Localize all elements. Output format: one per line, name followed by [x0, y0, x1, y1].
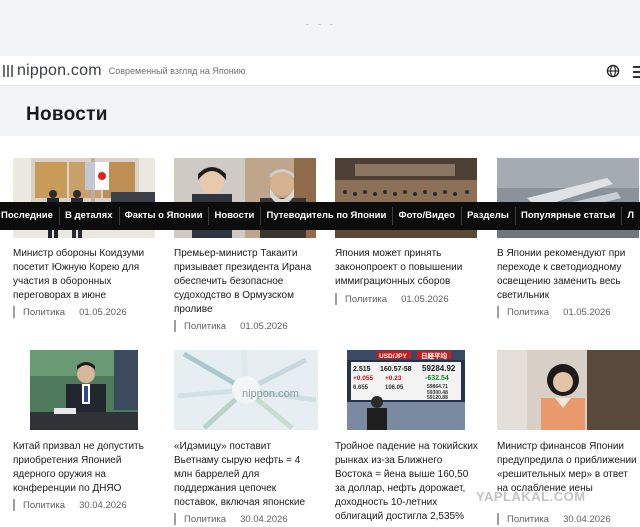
article-meta: Политика 01.05.2026 — [497, 306, 639, 318]
article-meta: Политика 30.04.2026 — [174, 513, 316, 525]
nav-item-in-depth[interactable]: В деталях — [59, 202, 119, 230]
board-value: 160.57-58 — [380, 366, 412, 373]
meta-divider — [13, 306, 15, 318]
nav-item-japan-guide[interactable]: Путеводитель по Японии — [261, 202, 393, 230]
article-category[interactable]: Политика — [507, 514, 549, 525]
meta-divider — [174, 513, 176, 525]
globe-icon[interactable] — [606, 64, 620, 78]
article-category[interactable]: Политика — [345, 294, 387, 305]
menu-icon[interactable] — [633, 63, 640, 79]
article-title[interactable]: Япония может принять законопроект о повы… — [335, 247, 479, 289]
article-date: 30.04.2026 — [240, 513, 288, 525]
nav-item-latest[interactable]: Последние — [0, 202, 59, 230]
article-meta: Политика 01.05.2026 — [13, 306, 155, 318]
board-header-nikkei: 日経平均 — [421, 351, 448, 360]
nav-item-popular[interactable]: Популярные статьи — [515, 202, 621, 230]
article-meta: Политика 30.04.2026 — [497, 513, 639, 525]
article-category[interactable]: Политика — [184, 321, 226, 332]
article-title[interactable]: Премьер-министр Такаити призывает презид… — [174, 247, 318, 317]
article-date: 30.04.2026 — [79, 499, 127, 511]
page-title: Новости — [26, 104, 108, 125]
article-title[interactable]: «Идэмицу» поставит Вьетнаму сырую нефть … — [174, 440, 318, 506]
article-date: 01.05.2026 — [401, 293, 449, 305]
board-value: +0.23 — [385, 375, 402, 382]
article-date: 01.05.2026 — [563, 306, 611, 318]
meta-divider — [335, 293, 337, 305]
board-value: 6.655 — [353, 385, 369, 391]
article-category[interactable]: Политика — [184, 514, 226, 525]
nav-item-japan-facts[interactable]: Факты о Японии — [119, 202, 209, 230]
nav-item-news[interactable]: Новости — [209, 202, 261, 230]
site-tagline: Современный взгляд на Японию — [108, 66, 246, 76]
site-header: nippon.com Современный взгляд на Японию — [0, 56, 640, 86]
board-header-usd: USD/JPY — [379, 353, 407, 360]
board-value: -632.54 — [425, 375, 449, 382]
article-thumbnail[interactable] — [30, 350, 138, 430]
top-strip-mark — [306, 24, 309, 25]
meta-divider — [174, 320, 176, 332]
main-nav: Последние В деталях Факты о Японии Новос… — [0, 202, 640, 230]
article-title[interactable]: Китай призвал не допустить приобретения … — [13, 440, 157, 496]
meta-divider — [497, 513, 499, 525]
article-title[interactable]: В Японии рекомендуют при переходе к свет… — [497, 247, 640, 303]
nav-item-more[interactable]: Л — [621, 202, 640, 230]
top-strip-mark — [330, 24, 333, 25]
top-strip-mark — [318, 24, 321, 25]
logo-bars-icon — [3, 65, 13, 77]
article-title[interactable]: Тройное падение на токийских рынках из-з… — [335, 440, 479, 527]
browser-top-strip — [0, 0, 640, 56]
article-meta: Политика 30.04.2026 — [13, 499, 155, 511]
board-value: +0.055 — [353, 375, 373, 382]
meta-divider — [497, 306, 499, 318]
article-thumbnail[interactable] — [497, 350, 640, 430]
nav-item-photo-video[interactable]: Фото/Видео — [392, 202, 460, 230]
meta-divider — [13, 499, 15, 511]
watermark: YAPLAKAL.COM — [476, 489, 586, 504]
site-logo[interactable]: nippon.com Современный взгляд на Японию — [3, 62, 246, 80]
article-date: 30.04.2026 — [563, 513, 611, 525]
nav-item-sections[interactable]: Разделы — [461, 202, 515, 230]
article-category[interactable]: Политика — [23, 307, 65, 318]
article-meta: Политика 01.05.2026 — [335, 293, 477, 305]
article-date: 01.05.2026 — [240, 320, 288, 332]
article-date: 01.05.2026 — [79, 306, 127, 318]
article-title[interactable]: Министр обороны Коидзуми посетит Южную К… — [13, 247, 157, 303]
logo-text: nippon.com — [17, 62, 102, 79]
article-meta: Политика 01.05.2026 — [174, 320, 316, 332]
board-value: 59120.88 — [427, 395, 448, 401]
thumbnail-watermark: nippon.com — [242, 388, 299, 400]
article-category[interactable]: Политика — [23, 500, 65, 511]
board-value: 2.515 — [353, 366, 371, 373]
board-value: 59284.92 — [422, 364, 456, 373]
article-thumbnail[interactable]: USD/JPY 日経平均 2.515 +0.055 6.655 160.57-5… — [347, 350, 465, 430]
article-thumbnail[interactable]: nippon.com — [174, 350, 318, 430]
article-category[interactable]: Политика — [507, 307, 549, 318]
board-value: 106.05 — [385, 385, 404, 391]
